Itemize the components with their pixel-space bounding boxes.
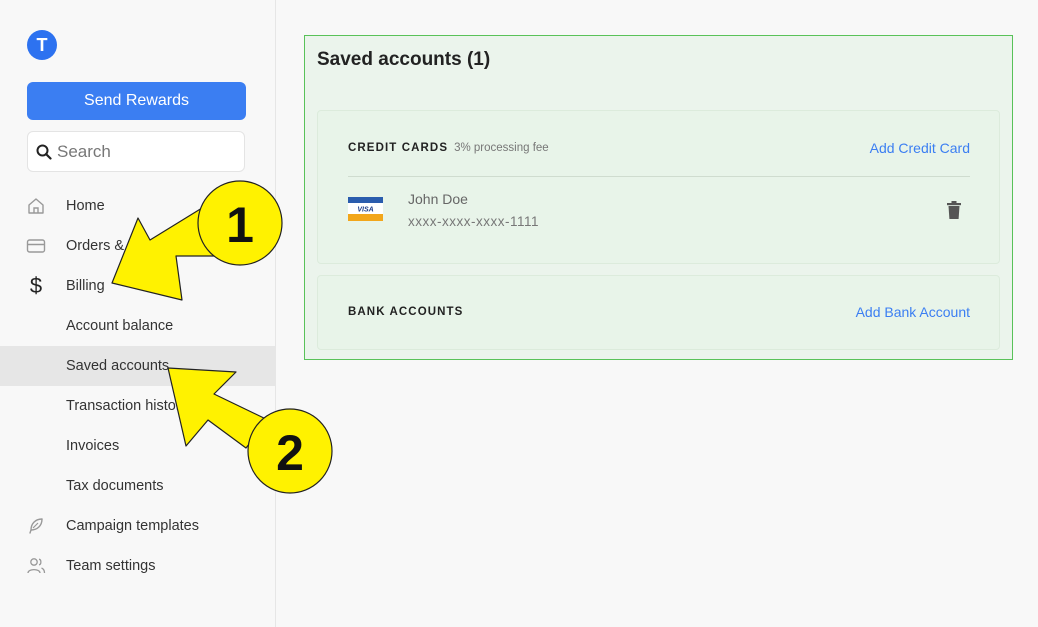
nav-team-settings[interactable]: Team settings — [0, 546, 276, 586]
nav-campaign-templates[interactable]: Campaign templates — [0, 506, 276, 546]
nav-saved-accounts-label: Saved accounts — [66, 358, 170, 374]
card-number-masked: xxxx-xxxx-xxxx-1111 — [408, 214, 540, 229]
sidebar: T Send Rewards Home Orders & reports $ B… — [0, 0, 276, 627]
nav-tax-documents[interactable]: Tax documents — [0, 466, 276, 506]
dollar-icon: $ — [29, 273, 43, 298]
nav-team-settings-label: Team settings — [66, 558, 156, 574]
nav-campaign-templates-label: Campaign templates — [66, 518, 199, 534]
nav-account-balance[interactable]: Account balance — [0, 306, 276, 346]
nav-billing-label: Billing — [66, 278, 105, 294]
search-icon — [36, 144, 52, 160]
bank-accounts-heading: BANK ACCOUNTS — [348, 306, 464, 318]
nav-home-label: Home — [66, 198, 105, 214]
visa-brand-text: VISA — [357, 207, 373, 214]
saved-accounts-panel: Saved accounts (1) CREDIT CARDS 3% proces… — [304, 35, 1013, 360]
nav-invoices[interactable]: Invoices — [0, 426, 276, 466]
nav-invoices-label: Invoices — [66, 438, 120, 454]
nav-orders-label: Orders & reports — [66, 238, 174, 254]
add-credit-card-link[interactable]: Add Credit Card — [870, 140, 970, 156]
nav-transaction-history-label: Transaction history — [66, 398, 188, 414]
nav-saved-accounts[interactable]: Saved accounts — [0, 346, 276, 386]
search-box[interactable] — [27, 131, 245, 172]
nav-billing[interactable]: $ Billing — [0, 266, 276, 306]
add-bank-account-link[interactable]: Add Bank Account — [856, 304, 970, 320]
feather-icon — [29, 518, 43, 534]
card-holder-name: John Doe — [408, 191, 468, 207]
search-input[interactable] — [57, 141, 217, 162]
credit-cards-title: CREDIT CARDS — [348, 142, 449, 154]
nav-orders-reports[interactable]: Orders & reports — [0, 226, 276, 266]
trash-icon[interactable] — [946, 200, 962, 220]
nav-transaction-history[interactable]: Transaction history — [0, 386, 276, 426]
send-rewards-button[interactable]: Send Rewards — [27, 82, 246, 120]
divider — [348, 176, 970, 177]
credit-cards-section: CREDIT CARDS 3% processing fee Add Credit… — [317, 110, 1000, 264]
annotation-number-2: 2 — [276, 425, 304, 481]
page-title: Saved accounts (1) — [317, 49, 491, 70]
nav-tax-documents-label: Tax documents — [66, 478, 164, 494]
processing-fee-note: 3% processing fee — [454, 142, 549, 154]
team-icon — [27, 558, 46, 574]
nav-home[interactable]: Home — [0, 186, 276, 226]
brand-logo-icon[interactable]: T — [27, 30, 57, 60]
nav-account-balance-label: Account balance — [66, 318, 174, 334]
bank-accounts-section: BANK ACCOUNTS Add Bank Account — [317, 275, 1000, 350]
visa-card-icon: VISA — [348, 197, 383, 221]
credit-cards-heading: CREDIT CARDS 3% processing fee — [348, 142, 549, 154]
home-icon — [28, 198, 44, 214]
card-icon — [26, 239, 46, 253]
